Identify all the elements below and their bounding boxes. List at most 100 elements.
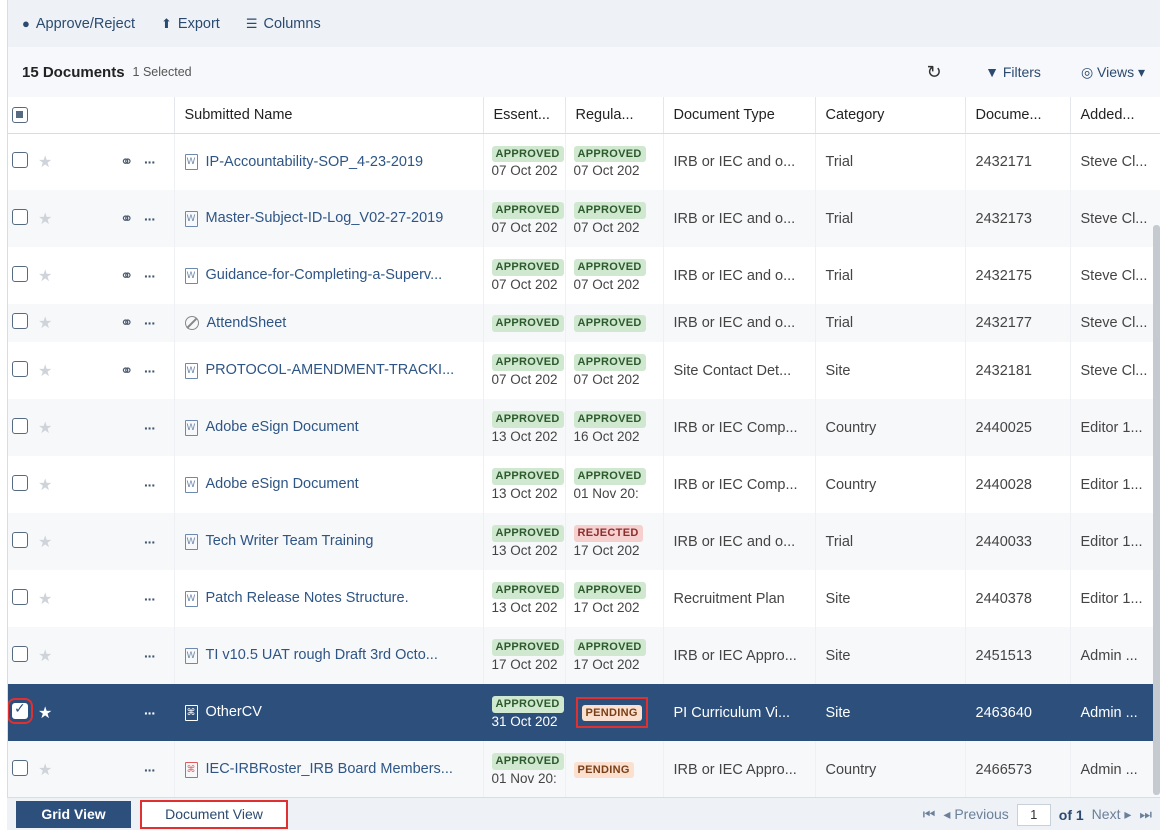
star-icon[interactable]: ★ — [38, 313, 52, 333]
table-row[interactable]: ★ ··· W TI v10.5 UAT rough Draft 3rd Octo… — [8, 627, 1160, 684]
document-name-link[interactable]: Patch Release Notes Structure. — [206, 590, 409, 606]
document-name-link[interactable]: Tech Writer Team Training — [206, 533, 374, 549]
regulatory-status-badge: PENDING — [581, 704, 642, 722]
table-row[interactable]: ★ ··· W Patch Release Notes Structure. AP… — [8, 570, 1160, 627]
approve-reject-button[interactable]: ● Approve/Reject — [22, 16, 135, 32]
column-header-document-id[interactable]: Docume... — [965, 97, 1071, 134]
row-controls: ★ ⚭ ··· — [8, 133, 175, 190]
submitted-name-cell[interactable]: W Guidance-for-Completing-a-Superv... — [174, 247, 484, 304]
document-name-link[interactable]: AttendSheet — [207, 315, 287, 331]
table-row[interactable]: ★ ··· ⌘ IEC-IRBRoster_IRB Board Members..… — [8, 741, 1160, 798]
document-id-cell: 2432181 — [965, 342, 1071, 399]
document-view-button[interactable]: Document View — [140, 799, 288, 829]
first-page-icon[interactable]: ⏮ — [923, 806, 936, 823]
star-icon[interactable]: ★ — [38, 266, 52, 286]
row-checkbox[interactable] — [12, 474, 28, 491]
star-icon[interactable]: ★ — [38, 361, 52, 381]
last-page-icon[interactable]: ⏭ — [1139, 806, 1152, 823]
document-name-link[interactable]: TI v10.5 UAT rough Draft 3rd Octo... — [206, 647, 438, 663]
star-icon[interactable]: ★ — [38, 418, 52, 438]
views-dropdown[interactable]: ◎ Views ▾ — [1066, 64, 1160, 81]
more-options-icon[interactable]: ··· — [144, 268, 156, 284]
submitted-name-cell[interactable]: W Master-Subject-ID-Log_V02-27-2019 — [174, 190, 484, 247]
row-checkbox[interactable] — [12, 208, 28, 225]
table-row[interactable]: ★ ··· W Tech Writer Team Training APPROVE… — [8, 513, 1160, 570]
more-options-icon[interactable]: ··· — [144, 477, 156, 493]
grid-view-button[interactable]: Grid View — [16, 800, 131, 828]
submitted-name-cell[interactable]: W Patch Release Notes Structure. — [174, 570, 484, 627]
submitted-name-cell[interactable]: W Tech Writer Team Training — [174, 513, 484, 570]
export-button[interactable]: ⬆ Export — [161, 16, 220, 32]
submitted-name-cell[interactable]: W Adobe eSign Document — [174, 399, 484, 456]
more-options-icon[interactable]: ··· — [144, 315, 156, 331]
submitted-name-cell[interactable]: ⌘ IEC-IRBRoster_IRB Board Members... — [174, 741, 484, 798]
row-controls: ★ ⚭ ··· — [8, 190, 175, 247]
document-name-link[interactable]: IP-Accountability-SOP_4-23-2019 — [206, 154, 424, 170]
previous-page-button[interactable]: ◂ Previous — [943, 806, 1008, 823]
table-row[interactable]: ★ ⚭ ··· AttendSheet APPROVED APPROVED IR… — [8, 304, 1160, 342]
more-options-icon[interactable]: ··· — [144, 211, 156, 227]
document-name-link[interactable]: OtherCV — [206, 704, 262, 720]
more-options-icon[interactable]: ··· — [144, 705, 156, 721]
row-checkbox[interactable] — [12, 151, 28, 168]
star-icon[interactable]: ★ — [38, 703, 52, 723]
submitted-name-cell[interactable]: W TI v10.5 UAT rough Draft 3rd Octo... — [174, 627, 484, 684]
column-header-submitted-name[interactable]: Submitted Name — [174, 97, 484, 134]
submitted-name-cell[interactable]: W IP-Accountability-SOP_4-23-2019 — [174, 133, 484, 190]
page-number-input[interactable]: 1 — [1016, 803, 1051, 826]
star-icon[interactable]: ★ — [38, 760, 52, 780]
star-icon[interactable]: ★ — [38, 209, 52, 229]
more-options-icon[interactable]: ··· — [144, 420, 156, 436]
row-checkbox[interactable] — [12, 531, 28, 548]
table-row[interactable]: ★ ⚭ ··· W Master-Subject-ID-Log_V02-27-20… — [8, 190, 1160, 247]
star-icon[interactable]: ★ — [38, 152, 52, 172]
table-row[interactable]: ★ ··· W Adobe eSign Document APPROVED 13 O… — [8, 399, 1160, 456]
more-options-icon[interactable]: ··· — [144, 363, 156, 379]
star-icon[interactable]: ★ — [38, 532, 52, 552]
table-row[interactable]: ★ ··· ⌘ OtherCV APPROVED31 Oct 202 PENDIN… — [8, 684, 1160, 741]
star-icon[interactable]: ★ — [38, 475, 52, 495]
more-options-icon[interactable]: ··· — [144, 762, 156, 778]
document-name-link[interactable]: Adobe eSign Document — [206, 419, 359, 435]
table-row[interactable]: ★ ⚭ ··· W IP-Accountability-SOP_4-23-2019… — [8, 133, 1160, 190]
table-row[interactable]: ★ ··· W Adobe eSign Document APPROVED 13 O… — [8, 456, 1160, 513]
document-name-link[interactable]: Master-Subject-ID-Log_V02-27-2019 — [206, 210, 444, 226]
row-checkbox[interactable] — [12, 417, 28, 434]
vertical-scrollbar[interactable] — [1153, 225, 1160, 795]
row-checkbox[interactable] — [12, 313, 28, 330]
row-checkbox[interactable] — [12, 265, 28, 282]
submitted-name-cell[interactable]: W PROTOCOL-AMENDMENT-TRACKI... — [174, 342, 484, 399]
select-all-checkbox[interactable] — [12, 106, 28, 123]
column-header-essential[interactable]: Essent... — [483, 97, 566, 134]
row-checkbox[interactable] — [12, 645, 28, 662]
star-icon[interactable]: ★ — [38, 589, 52, 609]
more-options-icon[interactable]: ··· — [144, 534, 156, 550]
document-name-link[interactable]: Guidance-for-Completing-a-Superv... — [206, 267, 443, 283]
essential-status-badge: APPROVED — [491, 202, 564, 220]
column-header-added-by[interactable]: Added... — [1070, 97, 1160, 134]
star-icon[interactable]: ★ — [38, 646, 52, 666]
refresh-icon[interactable]: ↻ — [908, 62, 960, 83]
submitted-name-cell[interactable]: ⌘ OtherCV — [174, 684, 484, 741]
column-header-category[interactable]: Category — [815, 97, 966, 134]
column-header-document-type[interactable]: Document Type — [663, 97, 816, 134]
row-checkbox[interactable] — [8, 697, 33, 724]
row-checkbox[interactable] — [12, 588, 28, 605]
row-checkbox[interactable] — [12, 759, 28, 776]
submitted-name-cell[interactable]: AttendSheet — [174, 304, 484, 342]
document-name-link[interactable]: PROTOCOL-AMENDMENT-TRACKI... — [206, 362, 455, 378]
more-options-icon[interactable]: ··· — [144, 591, 156, 607]
table-row[interactable]: ★ ⚭ ··· W Guidance-for-Completing-a-Super… — [8, 247, 1160, 304]
filters-button[interactable]: ▼ Filters — [960, 64, 1066, 80]
more-options-icon[interactable]: ··· — [144, 648, 156, 664]
select-all-header[interactable] — [8, 97, 175, 134]
document-name-link[interactable]: Adobe eSign Document — [206, 476, 359, 492]
column-header-regulatory[interactable]: Regula... — [565, 97, 664, 134]
submitted-name-cell[interactable]: W Adobe eSign Document — [174, 456, 484, 513]
document-name-link[interactable]: IEC-IRBRoster_IRB Board Members... — [206, 761, 453, 777]
table-row[interactable]: ★ ⚭ ··· W PROTOCOL-AMENDMENT-TRACKI... AP… — [8, 342, 1160, 399]
row-checkbox[interactable] — [12, 360, 28, 377]
more-options-icon[interactable]: ··· — [144, 154, 156, 170]
next-page-button[interactable]: Next ▸ — [1092, 806, 1132, 823]
columns-button[interactable]: ☰ Columns — [246, 16, 321, 32]
